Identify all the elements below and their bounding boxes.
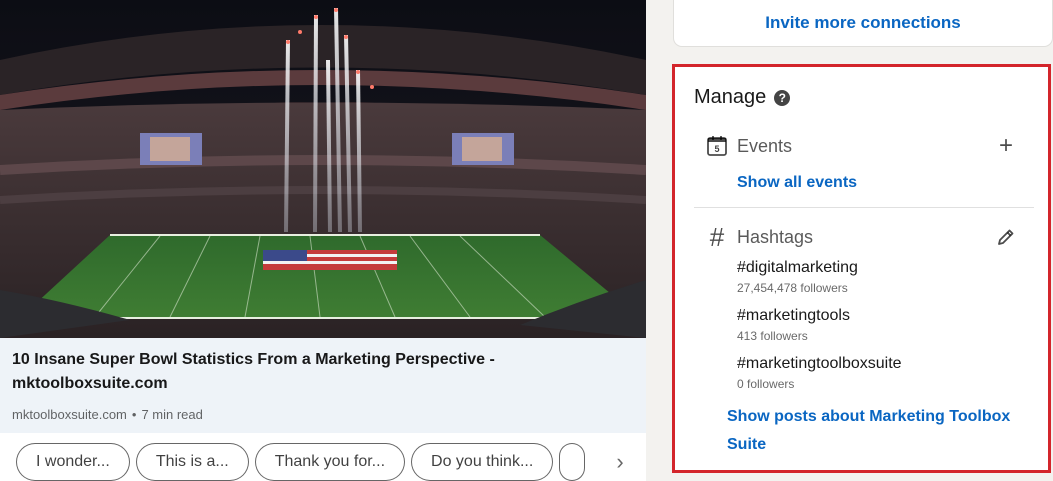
show-all-events-link[interactable]: Show all events <box>737 174 857 192</box>
invite-card: Invite more connections <box>674 0 1052 46</box>
events-label: Events <box>737 135 793 156</box>
manage-card: Manage ? 5 Events + Show all events # Ha… <box>672 64 1051 473</box>
separator-dot: • <box>131 407 137 422</box>
hashtag-followers: 413 followers <box>737 329 808 343</box>
suggested-replies: I wonder... This is a... Thank you for..… <box>16 443 646 481</box>
hashtag-name[interactable]: #marketingtools <box>737 306 902 326</box>
add-event-icon[interactable]: + <box>996 134 1016 158</box>
reply-chip[interactable]: This is a... <box>135 443 249 481</box>
show-posts-link[interactable]: Show posts about Marketing Toolbox Suite <box>727 403 1027 459</box>
feed-post-card: 10 Insane Super Bowl Statistics From a M… <box>0 0 646 481</box>
events-row[interactable]: 5 Events <box>706 135 792 157</box>
article-source-line: mktoolboxsuite.com • 7 min read <box>12 407 634 422</box>
article-meta[interactable]: 10 Insane Super Bowl Statistics From a M… <box>0 338 646 433</box>
article-image[interactable] <box>0 0 646 338</box>
invite-connections-link[interactable]: Invite more connections <box>765 13 961 33</box>
hashtag-list: #digitalmarketing 27,454,478 followers #… <box>737 258 902 402</box>
help-icon[interactable]: ? <box>774 89 791 106</box>
edit-pencil-icon[interactable] <box>996 227 1016 247</box>
hashtags-label: Hashtags <box>737 226 814 247</box>
hashtag-followers: 27,454,478 followers <box>737 281 848 295</box>
hashtags-row[interactable]: # Hashtags <box>706 222 814 252</box>
divider <box>694 207 1034 208</box>
hashtag-item[interactable]: #marketingtools 413 followers <box>737 306 902 354</box>
hashtag-name[interactable]: #marketingtoolboxsuite <box>737 354 902 374</box>
article-title[interactable]: 10 Insane Super Bowl Statistics From a M… <box>12 348 572 396</box>
calendar-day: 5 <box>714 144 719 154</box>
manage-header: Manage ? <box>694 86 791 109</box>
hashtag-item[interactable]: #marketingtoolboxsuite 0 followers <box>737 354 902 402</box>
calendar-icon: 5 <box>707 136 727 156</box>
reply-chip[interactable]: Do you think... <box>411 443 554 481</box>
hashtag-item[interactable]: #digitalmarketing 27,454,478 followers <box>737 258 902 306</box>
hashtag-followers: 0 followers <box>737 377 795 391</box>
hashtag-icon: # <box>709 222 725 252</box>
manage-title: Manage <box>694 86 767 108</box>
reply-chip-partial[interactable] <box>559 443 586 481</box>
article-source: mktoolboxsuite.com <box>12 407 127 422</box>
reply-chip[interactable]: Thank you for... <box>254 443 406 481</box>
hashtag-name[interactable]: #digitalmarketing <box>737 258 902 278</box>
reply-chip[interactable]: I wonder... <box>16 443 130 481</box>
read-time: 7 min read <box>141 407 203 422</box>
chevron-right-icon[interactable]: › <box>606 443 634 481</box>
